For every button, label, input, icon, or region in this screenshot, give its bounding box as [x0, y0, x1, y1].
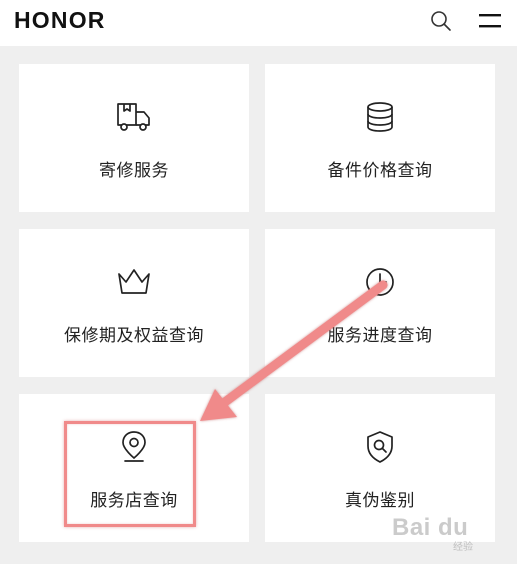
location-pin-icon — [122, 431, 146, 462]
service-card-parts-price[interactable]: 备件价格查询 — [265, 64, 495, 212]
delivery-truck-icon — [117, 103, 150, 131]
service-label: 备件价格查询 — [327, 161, 433, 181]
service-label: 服务店查询 — [90, 491, 178, 511]
search-button[interactable] — [426, 6, 456, 36]
menu-button[interactable] — [475, 6, 505, 36]
honor-logo[interactable]: HONOR — [14, 7, 106, 34]
service-card-authenticity[interactable]: 真伪鉴别 — [265, 394, 495, 542]
clock-icon — [366, 268, 394, 296]
database-stack-icon — [367, 102, 393, 132]
search-icon — [431, 11, 451, 31]
service-label: 保修期及权益查询 — [64, 326, 204, 346]
service-card-mail-repair[interactable]: 寄修服务 — [19, 64, 249, 212]
hamburger-menu-icon — [479, 14, 501, 28]
top-header: HONOR — [0, 0, 517, 46]
service-label: 寄修服务 — [99, 161, 169, 181]
shield-search-icon — [367, 431, 393, 463]
crown-icon — [118, 269, 150, 294]
service-card-store-locator[interactable]: 服务店查询 — [19, 394, 249, 542]
service-label: 服务进度查询 — [327, 326, 433, 346]
service-card-progress[interactable]: 服务进度查询 — [265, 229, 495, 377]
service-label: 真伪鉴别 — [345, 491, 415, 511]
service-card-warranty[interactable]: 保修期及权益查询 — [19, 229, 249, 377]
